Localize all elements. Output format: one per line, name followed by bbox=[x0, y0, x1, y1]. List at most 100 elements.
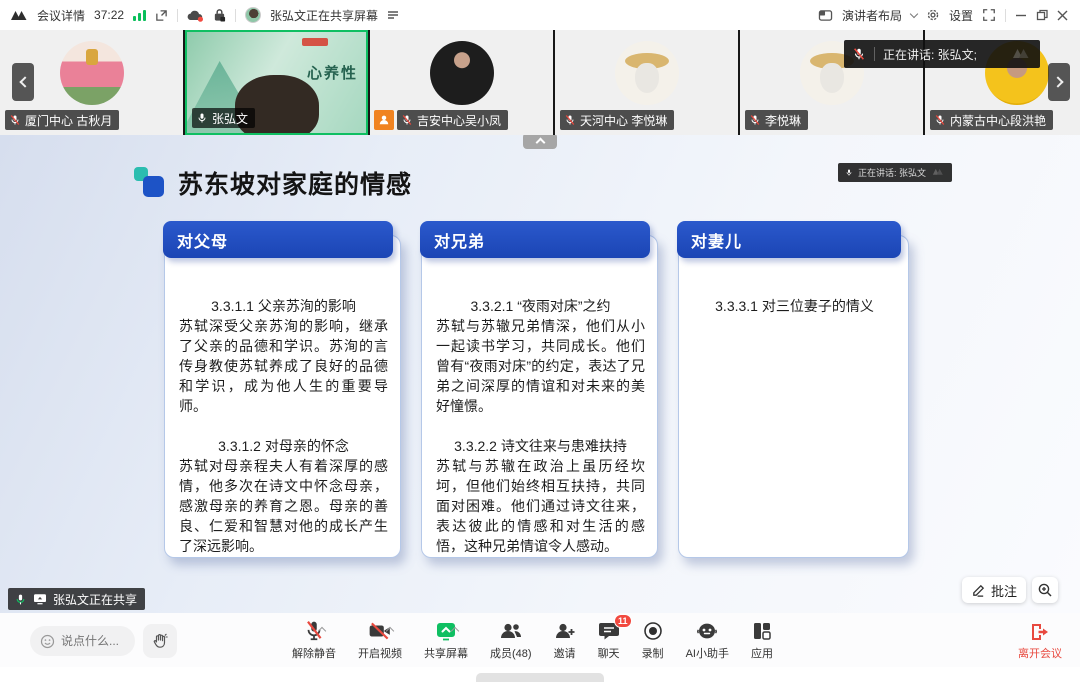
quick-chat-input-wrap[interactable] bbox=[30, 626, 135, 656]
tool-label: 开启视频 bbox=[358, 645, 402, 661]
control-bar: 解除静音 开启视频 共享屏幕 成员(48) 邀请 11 聊天 bbox=[0, 613, 1080, 667]
members-button[interactable]: 成员(48) bbox=[479, 619, 543, 661]
participant-name-badge: 内蒙古中心段洪艳 bbox=[930, 110, 1053, 130]
card-header: 对妻儿 bbox=[677, 221, 901, 258]
tool-label: 聊天 bbox=[598, 645, 620, 661]
divider bbox=[874, 47, 875, 61]
slide-card-brothers: 3.3.2.1 “夜雨对床”之约 苏轼与苏辙兄弟情深，他们从小一起读书学习，共同… bbox=[420, 221, 658, 558]
share-detail-list-icon[interactable] bbox=[387, 10, 399, 20]
collapse-strip-handle[interactable] bbox=[523, 133, 557, 149]
app-logo-icon bbox=[10, 8, 28, 22]
magnifier-plus-icon bbox=[1037, 582, 1053, 598]
slide-speaking-badge: 正在讲话: 张弘文 bbox=[838, 163, 952, 182]
popout-icon[interactable] bbox=[155, 9, 168, 22]
security-lock-icon[interactable] bbox=[213, 8, 226, 22]
section-body: 苏轼深受父亲苏洵的影响，继承了父亲的品德和学识。苏洵的言传身教使苏轼养成了良好的… bbox=[179, 316, 388, 416]
leave-icon bbox=[1029, 621, 1051, 643]
card-header-label: 对父母 bbox=[177, 228, 228, 252]
cloud-record-icon[interactable] bbox=[187, 9, 204, 22]
unmute-button[interactable]: 解除静音 bbox=[281, 619, 347, 661]
raise-hand-button[interactable] bbox=[143, 624, 177, 658]
zoom-in-button[interactable] bbox=[1032, 577, 1058, 603]
host-role-icon bbox=[374, 110, 394, 130]
card-header: 对父母 bbox=[163, 221, 393, 258]
layout-selector[interactable]: 演讲者布局 bbox=[842, 7, 902, 24]
window-bottom-strip bbox=[0, 667, 1080, 682]
slide-title-row: 苏东坡对家庭的情感 bbox=[130, 165, 412, 201]
section-body: 苏轼与苏辙兄弟情深，他们从小一起读书学习，共同成长。他们曾有“夜雨对床”的约定，… bbox=[436, 316, 645, 416]
participant-name-badge: 天河中心 李悦琳 bbox=[560, 110, 674, 130]
strip-scroll-left-button[interactable] bbox=[12, 63, 34, 101]
slide-title: 苏东坡对家庭的情感 bbox=[178, 165, 412, 201]
slide-logo-icon bbox=[138, 171, 162, 195]
strip-scroll-right-button[interactable] bbox=[1048, 63, 1070, 101]
card-body: 3.3.3.1 对三位妻子的情义 bbox=[678, 235, 909, 558]
network-signal-icon bbox=[133, 9, 146, 21]
shared-screen-content: 苏东坡对家庭的情感 正在讲话: 张弘文 3.3.1.1 父亲苏洵的影响 苏轼深受… bbox=[0, 135, 1080, 613]
card-header: 对兄弟 bbox=[420, 221, 650, 258]
chevron-up-icon bbox=[535, 138, 545, 148]
slide-card-wife: 3.3.3.1 对三位妻子的情义 对妻儿 bbox=[677, 221, 909, 558]
ai-assistant-button[interactable]: AI小助手 bbox=[675, 619, 740, 661]
avatar bbox=[60, 41, 124, 105]
settings-button[interactable]: 设置 bbox=[949, 7, 973, 24]
leave-label: 离开会议 bbox=[1018, 645, 1062, 661]
mic-muted-icon bbox=[401, 114, 413, 126]
sharing-status-text: 张弘文正在共享屏幕 bbox=[270, 7, 378, 24]
annotate-button[interactable]: 批注 bbox=[962, 577, 1026, 603]
speaking-toast: 正在讲话: 张弘文; bbox=[844, 40, 1040, 68]
leave-meeting-button[interactable]: 离开会议 bbox=[1018, 621, 1062, 661]
participant-tile[interactable]: 天河中心 李悦琳 bbox=[555, 30, 738, 135]
invite-button[interactable]: 邀请 bbox=[543, 619, 587, 661]
card-body: 3.3.2.1 “夜雨对床”之约 苏轼与苏辙兄弟情深，他们从小一起读书学习，共同… bbox=[421, 235, 658, 558]
meeting-details-button[interactable]: 会议详情 bbox=[37, 7, 85, 24]
tool-label: 录制 bbox=[642, 645, 664, 661]
quick-chat-input[interactable] bbox=[61, 634, 125, 648]
participant-name-badge: 张弘文 bbox=[192, 108, 255, 128]
avatar bbox=[430, 41, 494, 105]
chat-button[interactable]: 11 聊天 bbox=[587, 619, 631, 661]
mic-muted-icon bbox=[564, 114, 576, 126]
minimize-button[interactable] bbox=[1015, 9, 1027, 21]
mic-icon bbox=[845, 168, 853, 177]
divider bbox=[235, 9, 236, 22]
mic-muted-icon bbox=[852, 47, 866, 61]
layout-icon bbox=[818, 9, 833, 22]
section-heading: 3.3.1.2 对母亲的怀念 bbox=[179, 436, 388, 456]
start-video-button[interactable]: 开启视频 bbox=[347, 619, 413, 661]
record-button[interactable]: 录制 bbox=[631, 619, 675, 661]
emoji-icon[interactable] bbox=[40, 634, 55, 649]
participant-tile-speaking[interactable]: 心养性 张弘文 bbox=[185, 30, 368, 135]
section-heading: 3.3.3.1 对三位妻子的情义 bbox=[693, 296, 896, 316]
tool-label: AI小助手 bbox=[686, 645, 729, 661]
mic-muted-icon bbox=[934, 114, 946, 126]
chevron-right-icon bbox=[1052, 76, 1063, 87]
titlebar: 会议详情 37:22 张弘文正在共享屏幕 演讲者布局 bbox=[0, 0, 1080, 30]
mic-muted-icon bbox=[749, 114, 761, 126]
watermark-logo-icon bbox=[1010, 46, 1032, 63]
meeting-timer: 37:22 bbox=[94, 8, 124, 22]
share-screen-button[interactable]: 共享屏幕 bbox=[413, 619, 479, 661]
section-heading: 3.3.2.2 诗文往来与患难扶持 bbox=[436, 436, 645, 456]
participant-tile[interactable]: 吉安中心吴小凤 bbox=[370, 30, 553, 135]
participant-name: 李悦琳 bbox=[765, 112, 801, 129]
maximize-button[interactable] bbox=[1036, 9, 1048, 21]
card-body: 3.3.1.1 父亲苏洵的影响 苏轼深受父亲苏洵的影响，继承了父亲的品德和学识。… bbox=[164, 235, 401, 558]
chevron-left-icon bbox=[19, 76, 30, 87]
card-header-label: 对兄弟 bbox=[434, 228, 485, 252]
close-button[interactable] bbox=[1057, 10, 1068, 21]
participant-name: 内蒙古中心段洪艳 bbox=[950, 112, 1046, 129]
pen-icon bbox=[971, 583, 986, 598]
slide-card-parents: 3.3.1.1 父亲苏洵的影响 苏轼深受父亲苏洵的影响，继承了父亲的品德和学识。… bbox=[163, 221, 401, 558]
watermark-logo-icon bbox=[931, 167, 945, 178]
participant-name-badge: 李悦琳 bbox=[745, 110, 808, 130]
annotate-label: 批注 bbox=[991, 581, 1017, 600]
toolbar: 解除静音 开启视频 共享屏幕 成员(48) 邀请 11 聊天 bbox=[281, 619, 784, 661]
apps-button[interactable]: 应用 bbox=[740, 619, 784, 661]
fullscreen-icon[interactable] bbox=[982, 8, 996, 22]
speaking-toast-text: 正在讲话: 张弘文; bbox=[883, 46, 977, 63]
ai-assistant-icon bbox=[696, 621, 718, 641]
participant-name: 天河中心 李悦琳 bbox=[580, 112, 667, 129]
video-logo bbox=[302, 38, 328, 46]
sharing-indicator-text: 张弘文正在共享 bbox=[53, 591, 137, 608]
